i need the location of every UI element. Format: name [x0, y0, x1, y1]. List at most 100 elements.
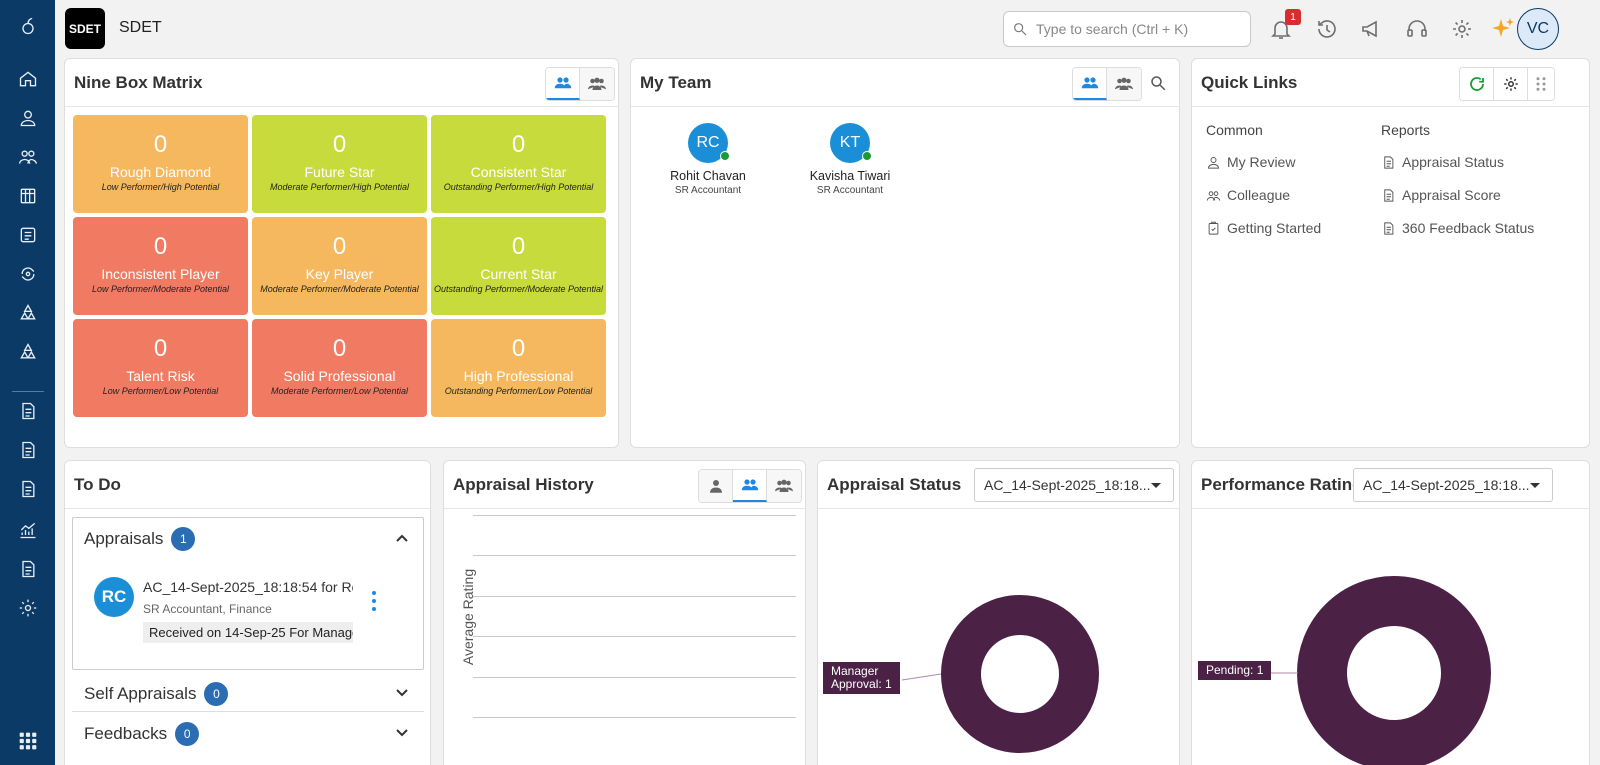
nine-box-cell-future-star[interactable]: 0 Future Star Moderate Performer/High Po… — [252, 115, 427, 213]
cell-count: 0 — [511, 131, 526, 158]
chevron-down-icon[interactable] — [395, 686, 409, 700]
team-member-card[interactable]: RC Rohit Chavan SR Accountant — [658, 123, 758, 196]
link-label: Appraisal Score — [1402, 187, 1501, 203]
drag-handle[interactable] — [1528, 68, 1554, 100]
recycle-icon[interactable] — [16, 340, 40, 364]
direct-reports-toggle[interactable] — [733, 470, 767, 502]
cell-label: Inconsistent Player — [101, 266, 220, 282]
document-icon[interactable] — [16, 399, 40, 423]
notification-count-badge: 1 — [1285, 9, 1301, 25]
select-value: AC_14-Sept-2025_18:18... — [984, 477, 1151, 493]
link-appraisal-status[interactable]: Appraisal Status — [1381, 154, 1504, 170]
team-icon[interactable] — [16, 145, 40, 169]
todo-header: To Do — [65, 461, 430, 509]
donut-legend-label: Manager Approval: 1 — [823, 662, 900, 694]
link-label: Getting Started — [1227, 220, 1322, 236]
quick-links-actions — [1459, 67, 1555, 101]
calendar-icon[interactable] — [16, 184, 40, 208]
ai-assistant-button[interactable] — [1489, 15, 1517, 43]
member-avatar: KT — [830, 123, 872, 163]
all-reports-toggle[interactable] — [1107, 68, 1141, 100]
team-icon — [1206, 190, 1221, 201]
report-icon — [1384, 188, 1394, 202]
nine-box-cell-high-professional[interactable]: 0 High Professional Outstanding Performe… — [431, 319, 606, 417]
cell-count: 0 — [153, 233, 168, 260]
history-button[interactable] — [1313, 15, 1341, 43]
clipboard-check-icon — [1208, 221, 1219, 235]
team-member-card[interactable]: KT Kavisha Tiwari SR Accountant — [800, 123, 900, 196]
nine-box-cell-solid-professional[interactable]: 0 Solid Professional Moderate Performer/… — [252, 319, 427, 417]
nine-box-cell-inconsistent-player[interactable]: 0 Inconsistent Player Low Performer/Mode… — [73, 217, 248, 315]
all-reports-toggle[interactable] — [580, 68, 614, 100]
link-getting-started[interactable]: Getting Started — [1206, 220, 1321, 236]
analytics-icon[interactable] — [16, 518, 40, 542]
nine-box-cell-rough-diamond[interactable]: 0 Rough Diamond Low Performer/High Poten… — [73, 115, 248, 213]
group-icon — [588, 77, 606, 90]
member-name: Rohit Chavan — [670, 169, 746, 183]
notifications-button[interactable]: 1 — [1267, 9, 1301, 43]
home-icon[interactable] — [16, 67, 40, 91]
document-icon[interactable] — [16, 477, 40, 501]
self-toggle[interactable] — [699, 470, 733, 502]
cycle-icon[interactable] — [16, 262, 40, 286]
all-reports-toggle[interactable] — [767, 470, 801, 502]
rating-cycle-select[interactable]: AC_14-Sept-2025_18:18... — [1353, 468, 1553, 502]
accordion-divider — [72, 711, 424, 712]
member-avatar: RC — [688, 123, 730, 163]
nine-box-cell-current-star[interactable]: 0 Current Star Outstanding Performer/Mod… — [431, 217, 606, 315]
settings-icon[interactable] — [16, 596, 40, 620]
appraisal-cycle-select[interactable]: AC_14-Sept-2025_18:18... — [974, 468, 1174, 502]
user-icon[interactable] — [16, 106, 40, 130]
member-initials: RC — [696, 134, 720, 151]
link-my-review[interactable]: My Review — [1206, 154, 1295, 170]
performance-rating-donut — [1264, 576, 1491, 765]
cell-sublabel: Outstanding Performer/Moderate Potential — [433, 284, 604, 294]
settings-button[interactable] — [1448, 15, 1476, 43]
todo-avatar: RC — [94, 577, 134, 617]
cell-sublabel: Low Performer/Moderate Potential — [91, 284, 230, 294]
nine-box-cell-consistent-star[interactable]: 0 Consistent Star Outstanding Performer/… — [431, 115, 606, 213]
link-label: My Review — [1227, 154, 1296, 170]
direct-reports-toggle[interactable] — [546, 68, 580, 100]
search-input[interactable] — [1036, 21, 1236, 37]
quick-links-settings-button[interactable] — [1494, 68, 1528, 100]
appraisal-status-header: Appraisal Status AC_14-Sept-2025_18:18..… — [818, 461, 1179, 509]
user-avatar[interactable]: VC — [1517, 8, 1559, 50]
checklist-icon[interactable] — [16, 223, 40, 247]
appraisals-accordion-header[interactable]: Appraisals 1 — [84, 527, 196, 551]
more-options-icon[interactable] — [371, 591, 377, 611]
direct-reports-toggle[interactable] — [1073, 68, 1107, 100]
performance-rating-title: Performance Rating — [1201, 474, 1363, 494]
donut-legend-label: Pending: 1 — [1198, 661, 1272, 680]
announcements-button[interactable] — [1358, 15, 1386, 43]
feedbacks-accordion-header[interactable]: Feedbacks 0 — [84, 722, 200, 746]
document-icon[interactable] — [16, 438, 40, 462]
cell-label: Rough Diamond — [109, 164, 212, 180]
search-box[interactable] — [1003, 11, 1251, 47]
appraisal-history-view-toggle — [698, 469, 802, 503]
refresh-button[interactable] — [1460, 68, 1494, 100]
chevron-down-icon[interactable] — [395, 726, 409, 740]
self-appraisals-accordion-header[interactable]: Self Appraisals 0 — [84, 682, 229, 706]
cell-sublabel: Outstanding Performer/High Potential — [443, 182, 594, 192]
count-badge: 0 — [204, 682, 229, 706]
todo-item-title[interactable]: AC_14-Sept-2025_18:18:54 for Rohit Chava… — [143, 579, 353, 595]
chart-gridline — [473, 555, 796, 556]
cell-sublabel: Moderate Performer/Low Potential — [270, 386, 409, 396]
app-logo-icon[interactable] — [16, 14, 40, 38]
link-360-feedback-status[interactable]: 360 Feedback Status — [1381, 220, 1534, 236]
apps-grid-icon[interactable] — [16, 729, 40, 753]
history-icon — [1318, 20, 1336, 38]
nine-box-grid: 0 Rough Diamond Low Performer/High Poten… — [73, 115, 610, 417]
gear-icon — [1453, 20, 1471, 38]
recycle-icon[interactable] — [16, 301, 40, 325]
org-logo[interactable]: SDET — [65, 8, 105, 49]
document-icon[interactable] — [16, 557, 40, 581]
link-colleague[interactable]: Colleague — [1206, 187, 1290, 203]
nine-box-cell-key-player[interactable]: 0 Key Player Moderate Performer/Moderate… — [252, 217, 427, 315]
nine-box-cell-talent-risk[interactable]: 0 Talent Risk Low Performer/Low Potentia… — [73, 319, 248, 417]
chevron-up-icon[interactable] — [395, 531, 409, 545]
support-button[interactable] — [1403, 15, 1431, 43]
team-search-button[interactable] — [1149, 74, 1167, 92]
link-appraisal-score[interactable]: Appraisal Score — [1381, 187, 1501, 203]
